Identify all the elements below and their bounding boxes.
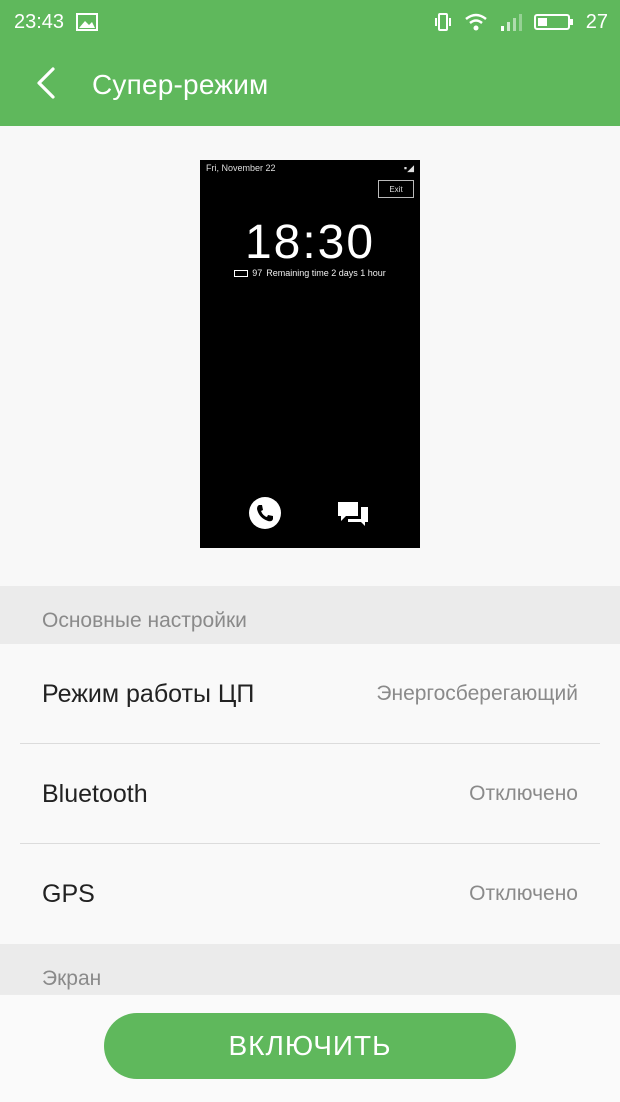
preview-remaining-text: Remaining time 2 days 1 hour: [266, 268, 386, 278]
setting-row-gps[interactable]: GPS Отключено: [0, 844, 620, 944]
setting-row-bluetooth[interactable]: Bluetooth Отключено: [0, 744, 620, 844]
app-bar: Супер-режим: [0, 44, 620, 126]
preview-remaining: 97 Remaining time 2 days 1 hour: [200, 268, 420, 278]
preview-area: Fri, November 22 ▪◢ Exit 18:30 97 Remain…: [0, 126, 620, 586]
preview-time: 18:30: [244, 216, 376, 269]
bottom-bar: ВКЛЮЧИТЬ: [0, 994, 620, 1102]
chevron-left-icon: [35, 66, 57, 105]
status-bar: 23:43 27: [0, 0, 620, 44]
setting-label: Bluetooth: [42, 779, 148, 808]
section-header-screen: Экран: [0, 944, 620, 1000]
setting-value: Отключено: [469, 782, 578, 805]
messages-icon: [336, 498, 370, 533]
image-icon: [76, 13, 99, 31]
preview-signal-icon: ▪◢: [403, 163, 414, 173]
setting-value: Энергосберегающий: [376, 682, 578, 705]
preview-battery-icon: [234, 269, 249, 277]
preview-date: Fri, November 22: [206, 163, 276, 173]
wifi-icon: [464, 12, 488, 32]
battery-level: 27: [585, 10, 608, 33]
status-time: 23:43: [14, 10, 65, 33]
phone-icon: [248, 496, 282, 535]
setting-row-cpu-mode[interactable]: Режим работы ЦП Энергосберегающий: [0, 644, 620, 744]
vibrate-icon: [434, 12, 452, 32]
page-title: Супер-режим: [92, 69, 269, 100]
lockscreen-preview: Fri, November 22 ▪◢ Exit 18:30 97 Remain…: [200, 160, 420, 548]
signal-icon: [500, 12, 522, 32]
preview-battery-percent: 97: [252, 268, 263, 278]
preview-exit-button: Exit: [378, 180, 414, 198]
setting-label: Режим работы ЦП: [42, 679, 255, 708]
battery-icon: [533, 12, 574, 32]
setting-label: GPS: [42, 879, 95, 908]
back-button[interactable]: [0, 44, 92, 126]
section-header-basic: Основные настройки: [0, 586, 620, 646]
setting-value: Отключено: [469, 882, 578, 905]
enable-button[interactable]: ВКЛЮЧИТЬ: [104, 1013, 516, 1079]
